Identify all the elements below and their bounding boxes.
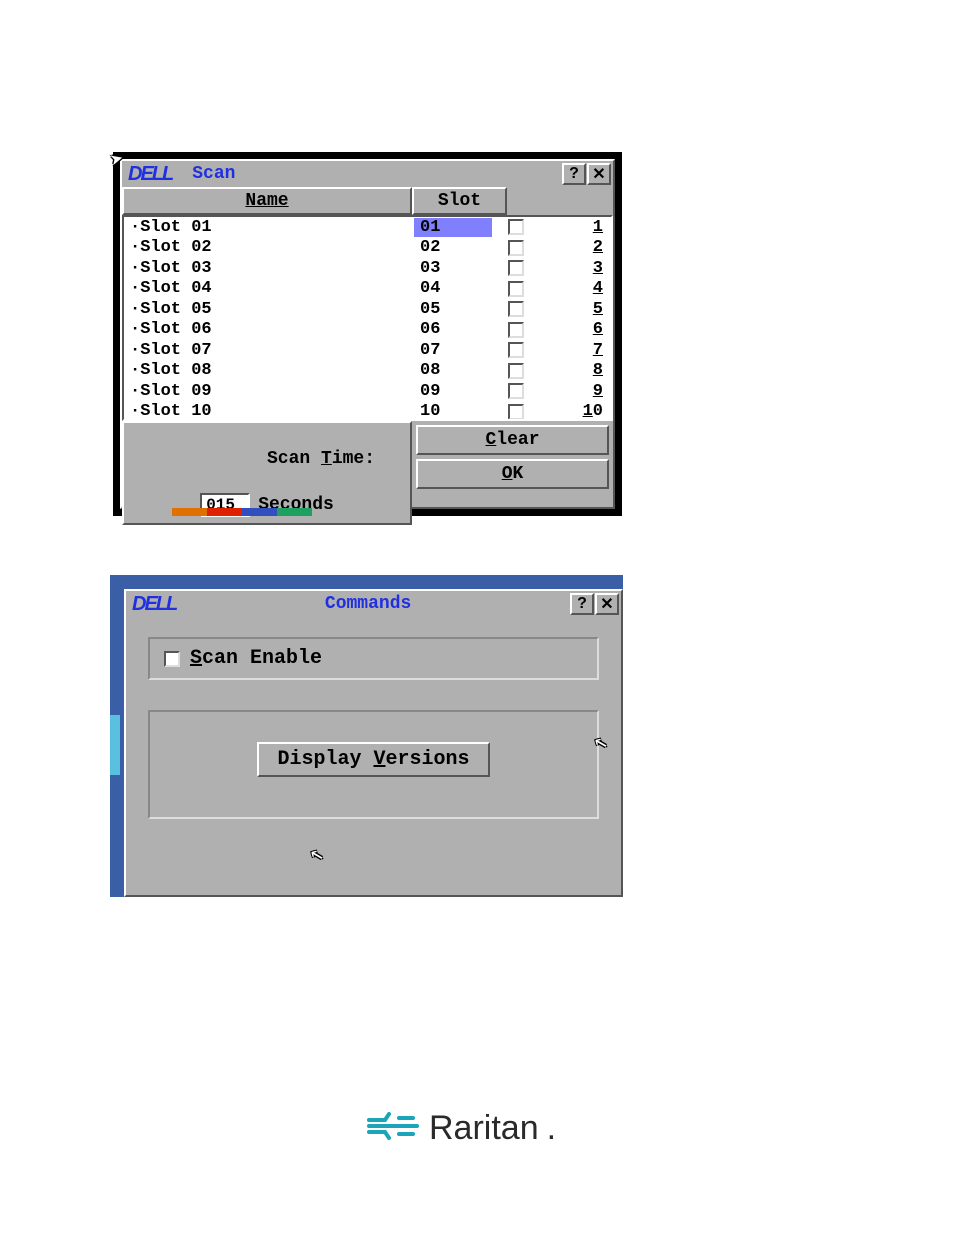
scan-titlebar: DELL Scan ? ✕ xyxy=(122,161,613,187)
slot-checkbox-cell xyxy=(492,260,540,276)
scan-window-title: Scan xyxy=(192,164,562,184)
slot-checkbox[interactable] xyxy=(508,301,524,317)
clear-button[interactable]: Clear xyxy=(416,425,609,455)
slot-name: ·Slot 05 xyxy=(124,300,414,319)
slot-checkbox-cell xyxy=(492,301,540,317)
slot-index: 6 xyxy=(540,320,611,339)
ok-button[interactable]: OK xyxy=(416,459,609,489)
slot-checkbox-cell xyxy=(492,219,540,235)
slot-checkbox-cell xyxy=(492,404,540,420)
slot-checkbox-cell xyxy=(492,383,540,399)
slot-number: 05 xyxy=(414,300,492,319)
slot-number: 10 xyxy=(414,402,492,421)
slot-index: 3 xyxy=(540,259,611,278)
slot-name: ·Slot 04 xyxy=(124,279,414,298)
slot-index: 7 xyxy=(540,341,611,360)
slot-name: ·Slot 07 xyxy=(124,341,414,360)
table-row[interactable]: ·Slot 0505 5 xyxy=(124,299,611,320)
slot-name: ·Slot 10 xyxy=(124,402,414,421)
help-button[interactable]: ? xyxy=(570,593,594,615)
slot-index: 9 xyxy=(540,382,611,401)
table-row[interactable]: ·Slot 0101 1 xyxy=(124,217,611,238)
table-row[interactable]: ·Slot 0303 3 xyxy=(124,258,611,279)
slot-list: ·Slot 01011·Slot 02022·Slot 03033·Slot 0… xyxy=(122,215,613,421)
slot-checkbox[interactable] xyxy=(508,383,524,399)
slot-checkbox-cell xyxy=(492,363,540,379)
column-headers: Name Slot xyxy=(122,187,613,215)
slot-number: 04 xyxy=(414,279,492,298)
scan-time-label: Scan Time: xyxy=(159,429,375,489)
slot-name: ·Slot 01 xyxy=(124,218,414,237)
table-row[interactable]: ·Slot 0404 4 xyxy=(124,279,611,300)
slot-checkbox[interactable] xyxy=(508,219,524,235)
table-row[interactable]: ·Slot 0909 9 xyxy=(124,381,611,402)
slot-checkbox[interactable] xyxy=(508,322,524,338)
slot-number: 01 xyxy=(414,218,492,237)
slot-checkbox-cell xyxy=(492,281,540,297)
slot-header[interactable]: Slot xyxy=(412,187,507,215)
help-button[interactable]: ? xyxy=(562,163,586,185)
versions-group: Display Versions xyxy=(148,710,599,819)
slot-number: 03 xyxy=(414,259,492,278)
table-row[interactable]: ·Slot 0202 2 xyxy=(124,238,611,259)
slot-checkbox[interactable] xyxy=(508,260,524,276)
slot-checkbox[interactable] xyxy=(508,404,524,420)
slot-checkbox[interactable] xyxy=(508,342,524,358)
slot-checkbox-cell xyxy=(492,240,540,256)
slot-checkbox-cell xyxy=(492,322,540,338)
slot-index: 4 xyxy=(540,279,611,298)
slot-number: 09 xyxy=(414,382,492,401)
name-header[interactable]: Name xyxy=(122,187,412,215)
dell-logo: DELL xyxy=(128,163,172,186)
table-row[interactable]: ·Slot 0606 6 xyxy=(124,320,611,341)
slot-index: 5 xyxy=(540,300,611,319)
slot-index: 10 xyxy=(540,402,611,421)
slot-name: ·Slot 02 xyxy=(124,238,414,257)
scan-enable-label: Scan Enable xyxy=(190,647,322,670)
close-button[interactable]: ✕ xyxy=(595,593,619,615)
slot-number: 06 xyxy=(414,320,492,339)
scan-enable-group: Scan Enable xyxy=(148,637,599,680)
raritan-icon xyxy=(365,1108,421,1149)
slot-name: ·Slot 06 xyxy=(124,320,414,339)
table-row[interactable]: ·Slot 101010 xyxy=(124,402,611,422)
slot-index: 2 xyxy=(540,238,611,257)
raritan-logo: Raritan. xyxy=(365,1108,556,1149)
slot-number: 02 xyxy=(414,238,492,257)
table-row[interactable]: ·Slot 0707 7 xyxy=(124,340,611,361)
commands-window-title: Commands xyxy=(166,594,570,614)
slot-index: 8 xyxy=(540,361,611,380)
decorative-stripes xyxy=(172,508,312,516)
slot-name: ·Slot 08 xyxy=(124,361,414,380)
slot-number: 08 xyxy=(414,361,492,380)
commands-window: DELL Commands ? ✕ Scan Enable Display Ve… xyxy=(124,589,623,897)
display-versions-button[interactable]: Display Versions xyxy=(257,742,489,777)
scan-enable-checkbox[interactable] xyxy=(164,651,180,667)
table-row[interactable]: ·Slot 0808 8 xyxy=(124,361,611,382)
slot-checkbox[interactable] xyxy=(508,363,524,379)
slot-index: 1 xyxy=(540,218,611,237)
raritan-brand-text: Raritan xyxy=(429,1109,539,1148)
slot-checkbox[interactable] xyxy=(508,240,524,256)
close-button[interactable]: ✕ xyxy=(587,163,611,185)
slot-number: 07 xyxy=(414,341,492,360)
slot-checkbox[interactable] xyxy=(508,281,524,297)
scan-screenshot: DELL Scan ? ✕ Name Slot ·Slot 01011·Slot… xyxy=(113,152,622,516)
slot-name: ·Slot 09 xyxy=(124,382,414,401)
slot-checkbox-cell xyxy=(492,342,540,358)
slot-name: ·Slot 03 xyxy=(124,259,414,278)
commands-titlebar: DELL Commands ? ✕ xyxy=(126,591,621,617)
commands-screenshot: DELL Commands ? ✕ Scan Enable Display Ve… xyxy=(110,575,623,897)
